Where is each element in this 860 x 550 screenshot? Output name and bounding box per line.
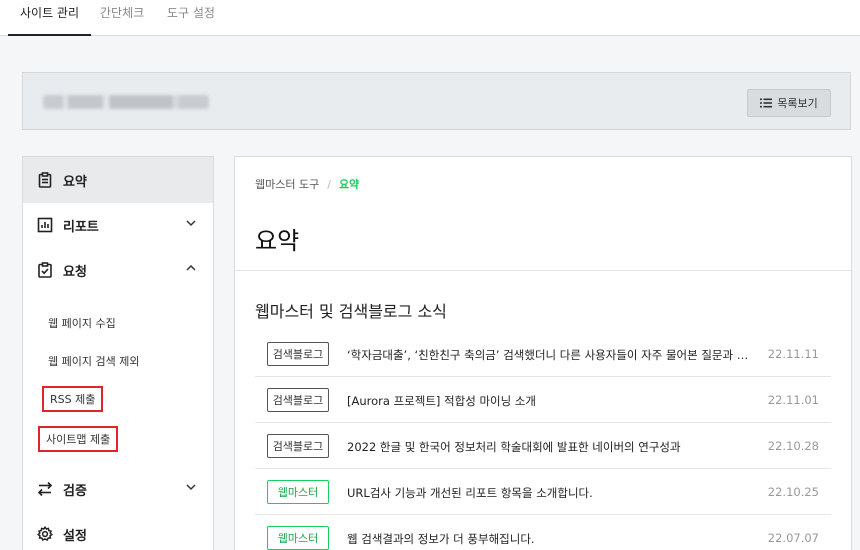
sidebar-item-verify[interactable]: 검증 bbox=[23, 466, 213, 512]
news-category-badge: 웹마스터 bbox=[267, 526, 329, 550]
news-date: 22.10.25 bbox=[767, 485, 819, 499]
list-icon bbox=[760, 98, 773, 108]
news-section-title: 웹마스터 및 검색블로그 소식 bbox=[255, 302, 447, 321]
checklist-icon bbox=[37, 262, 53, 278]
news-list-item[interactable]: 검색블로그 2022 한글 및 한국어 정보처리 학술대회에 발표한 네이버의 … bbox=[255, 423, 831, 469]
sidebar-label-report: 리포트 bbox=[63, 219, 99, 235]
site-url-blurred bbox=[43, 95, 209, 109]
breadcrumb-current: 요약 bbox=[338, 178, 360, 191]
main-panel: 웹마스터 도구 / 요약 요약 웹마스터 및 검색블로그 소식 검색블로그 ‘학자금… bbox=[234, 156, 852, 550]
bar-chart-icon bbox=[37, 217, 53, 233]
sidebar: 요약 리포트 요청 웹 페이지 수집 웹 페이지 검색 제외 RSS 제출 사이… bbox=[22, 156, 214, 550]
news-category-badge: 웹마스터 bbox=[267, 480, 329, 504]
page-title: 요약 bbox=[255, 227, 300, 255]
tab-tool-settings[interactable]: 도구 설정 bbox=[155, 0, 227, 36]
list-view-button[interactable]: 목록보기 bbox=[747, 89, 831, 117]
chevron-up-icon bbox=[186, 264, 196, 271]
sidebar-subitem-page-exclude[interactable]: 웹 페이지 검색 제외 bbox=[48, 353, 139, 369]
news-date: 22.11.11 bbox=[767, 347, 819, 361]
breadcrumb-separator: / bbox=[327, 178, 331, 191]
clipboard-icon bbox=[37, 172, 53, 188]
news-title[interactable]: 웹 검색결과의 정보가 더 풍부해집니다. bbox=[347, 531, 757, 547]
news-list-item[interactable]: 검색블로그 [Aurora 프로젝트] 적합성 마이닝 소개 22.11.01 bbox=[255, 377, 831, 423]
list-view-label: 목록보기 bbox=[777, 97, 818, 110]
news-list-item[interactable]: 웹마스터 웹 검색결과의 정보가 더 풍부해집니다. 22.07.07 bbox=[255, 515, 831, 550]
tab-simple-check[interactable]: 간단체크 bbox=[88, 0, 156, 36]
sidebar-label-summary: 요약 bbox=[63, 174, 87, 190]
sidebar-label-settings: 설정 bbox=[63, 528, 87, 544]
gear-icon bbox=[37, 526, 53, 542]
breadcrumb-root[interactable]: 웹마스터 도구 bbox=[255, 178, 319, 191]
top-tab-bar: 사이트 관리 간단체크 도구 설정 bbox=[0, 0, 860, 36]
site-header: 목록보기 bbox=[22, 72, 851, 130]
sidebar-label-request: 요청 bbox=[63, 264, 87, 280]
news-date: 22.10.28 bbox=[767, 439, 819, 453]
sidebar-label-verify: 검증 bbox=[63, 483, 87, 499]
sidebar-item-settings[interactable]: 설정 bbox=[23, 511, 213, 550]
news-title[interactable]: 2022 한글 및 한국어 정보처리 학술대회에 발표한 네이버의 연구성과 bbox=[347, 439, 757, 455]
news-category-badge: 검색블로그 bbox=[267, 434, 329, 458]
sidebar-item-report[interactable]: 리포트 bbox=[23, 202, 213, 248]
sidebar-subitem-sitemap-submit[interactable]: 사이트맵 제출 bbox=[38, 426, 119, 452]
breadcrumb: 웹마스터 도구 / 요약 bbox=[255, 176, 359, 192]
swap-arrows-icon bbox=[37, 481, 53, 497]
news-date: 22.07.07 bbox=[767, 531, 819, 545]
sidebar-item-request[interactable]: 요청 bbox=[23, 247, 213, 293]
chevron-down-icon bbox=[186, 484, 196, 491]
title-divider bbox=[235, 270, 851, 271]
news-list-item[interactable]: 검색블로그 ‘학자금대출’, ‘친한친구 축의금’ 검색했더니 다른 사용자들이… bbox=[255, 331, 831, 377]
news-date: 22.11.01 bbox=[767, 393, 819, 407]
tab-site-management[interactable]: 사이트 관리 bbox=[8, 0, 92, 36]
sidebar-item-summary[interactable]: 요약 bbox=[23, 157, 213, 203]
sidebar-subitem-page-crawl[interactable]: 웹 페이지 수집 bbox=[48, 315, 116, 331]
sidebar-subitem-rss-submit[interactable]: RSS 제출 bbox=[42, 386, 104, 412]
news-title[interactable]: [Aurora 프로젝트] 적합성 마이닝 소개 bbox=[347, 393, 757, 409]
news-title[interactable]: URL검사 기능과 개선된 리포트 항목을 소개합니다. bbox=[347, 485, 757, 501]
news-title[interactable]: ‘학자금대출’, ‘친한친구 축의금’ 검색했더니 다른 사용자들이 자주 물어… bbox=[347, 347, 757, 363]
news-list-item[interactable]: 웹마스터 URL검사 기능과 개선된 리포트 항목을 소개합니다. 22.10.… bbox=[255, 469, 831, 515]
chevron-down-icon bbox=[186, 220, 196, 227]
news-category-badge: 검색블로그 bbox=[267, 342, 329, 366]
news-category-badge: 검색블로그 bbox=[267, 388, 329, 412]
